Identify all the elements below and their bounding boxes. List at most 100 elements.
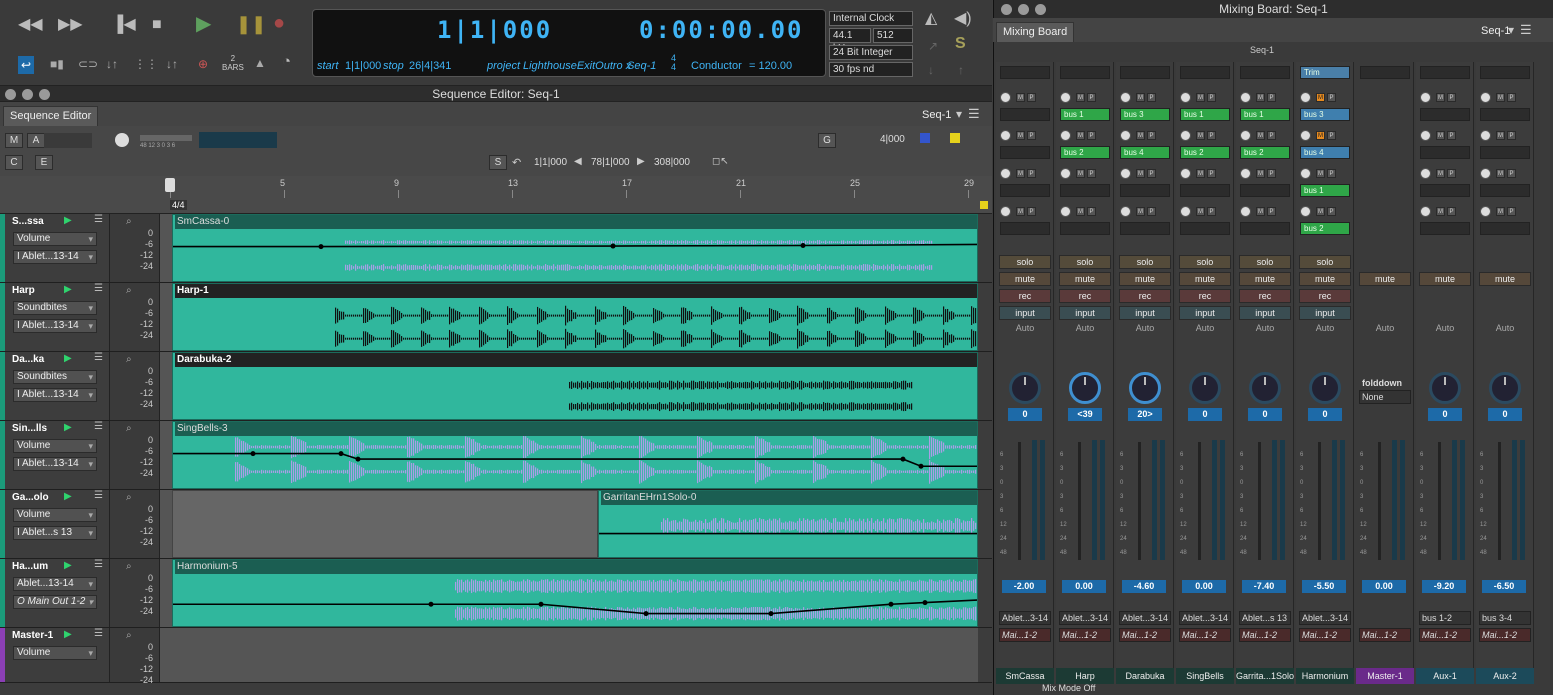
mute-button[interactable]: mute	[1359, 272, 1411, 286]
send-knob[interactable]	[1300, 206, 1311, 217]
send-knob[interactable]	[1180, 130, 1191, 141]
pan-knob[interactable]	[1489, 372, 1521, 404]
send-knob[interactable]	[1240, 92, 1251, 103]
audio-region[interactable]: Harmonium-5	[172, 559, 978, 627]
menu-icon[interactable]: ☰	[94, 628, 103, 639]
send-prefader-button[interactable]: P	[1507, 93, 1516, 102]
mix-mode[interactable]: Mix Mode Off	[1042, 683, 1095, 693]
volume-envelope[interactable]	[599, 531, 977, 535]
fader-value[interactable]: -9.20	[1422, 580, 1466, 593]
send-knob[interactable]	[1480, 92, 1491, 103]
envelope-point[interactable]	[355, 456, 361, 462]
fader-value[interactable]: -2.00	[1002, 580, 1046, 593]
send-mute-button[interactable]: M	[1256, 207, 1265, 216]
undo-icon[interactable]: ↶	[512, 156, 521, 169]
insert-slot[interactable]	[1420, 66, 1470, 79]
send-destination[interactable]	[1000, 146, 1050, 159]
track-scrollbar[interactable]	[980, 214, 992, 282]
send-destination[interactable]: bus 1	[1240, 108, 1290, 121]
track-plugin-select[interactable]: Ablet...13-14	[13, 577, 97, 591]
send-prefader-button[interactable]: P	[1147, 207, 1156, 216]
playhead-handle[interactable]	[165, 178, 175, 192]
track-lane[interactable]: Darabuka-2	[160, 352, 978, 420]
send-mute-button[interactable]: M	[1136, 93, 1145, 102]
channel-name[interactable]: Harmonium	[1296, 668, 1354, 684]
send-mute-button[interactable]: M	[1496, 131, 1505, 140]
send-knob[interactable]	[1480, 130, 1491, 141]
zoom-slider[interactable]	[140, 135, 192, 141]
rec-button[interactable]: rec	[1299, 289, 1351, 303]
pan-knob[interactable]	[1249, 372, 1281, 404]
track-scrollbar[interactable]	[980, 490, 992, 558]
send-mute-button[interactable]: M	[1196, 169, 1205, 178]
channel-name[interactable]: Garrita...1Solo	[1236, 668, 1294, 684]
play-icon[interactable]: ▶	[64, 422, 72, 433]
input-button[interactable]: input	[999, 306, 1051, 320]
s-button[interactable]: S	[489, 155, 507, 170]
overdub-icon[interactable]: ⋮⋮	[134, 56, 158, 72]
fader-value[interactable]: -4.60	[1122, 580, 1166, 593]
send-destination[interactable]: bus 2	[1300, 222, 1350, 235]
fast-forward-icon[interactable]: ▶▶	[58, 17, 83, 33]
envelope-point[interactable]	[338, 451, 344, 457]
audio-region[interactable]: SmCassa-0	[172, 214, 978, 282]
locate-length[interactable]: 308|000	[654, 157, 690, 168]
solo-button[interactable]: solo	[1239, 255, 1291, 269]
track-plugin-select[interactable]: Volume	[13, 439, 97, 453]
send-knob[interactable]	[1300, 130, 1311, 141]
channel-name[interactable]: Darabuka	[1116, 668, 1174, 684]
input-button[interactable]: input	[1299, 306, 1351, 320]
track-lane[interactable]: SingBells-3	[160, 421, 978, 489]
track-name[interactable]: Ga...olo	[12, 492, 49, 503]
envelope-point[interactable]	[800, 243, 806, 248]
send-mute-button[interactable]: M	[1256, 131, 1265, 140]
track-input-select[interactable]: I Ablet...13-14	[13, 457, 97, 471]
mute-button[interactable]: mute	[1419, 272, 1471, 286]
send-knob[interactable]	[1180, 168, 1191, 179]
send-knob[interactable]	[1240, 168, 1251, 179]
search-icon[interactable]: ⌕	[126, 630, 153, 641]
stop-icon[interactable]: ■	[152, 17, 162, 33]
automation-mode[interactable]: Auto	[1116, 323, 1174, 333]
send-destination[interactable]	[1480, 184, 1530, 197]
automation-mode[interactable]: Auto	[1416, 323, 1474, 333]
marker-yellow-icon[interactable]	[950, 133, 960, 143]
input-button[interactable]: input	[1179, 306, 1231, 320]
search-icon[interactable]: ⌕	[126, 285, 153, 296]
search-icon[interactable]: ⌕	[126, 492, 153, 503]
insert-slot[interactable]	[1360, 66, 1410, 79]
pan-value[interactable]: 0	[1428, 408, 1462, 421]
channel-input[interactable]: Ablet...3-14	[999, 611, 1051, 625]
start-value[interactable]: 1|1|000	[345, 60, 381, 72]
send-destination[interactable]	[1000, 222, 1050, 235]
track-plugin-select[interactable]: Volume	[13, 646, 97, 660]
play-icon[interactable]: ▶	[64, 353, 72, 364]
buffer-size[interactable]: 512	[873, 28, 913, 43]
channel-input[interactable]: bus 3-4	[1479, 611, 1531, 625]
send-mute-button[interactable]: M	[1496, 93, 1505, 102]
wait-icon[interactable]: ↓↑	[166, 56, 178, 72]
audio-region[interactable]: GarritanEHrn1Solo-0	[598, 490, 978, 558]
seq-menu[interactable]: Seq-1	[922, 109, 951, 121]
track-scrollbar[interactable]	[980, 352, 992, 420]
pan-knob[interactable]	[1309, 372, 1341, 404]
automation-mode[interactable]: Auto	[1296, 323, 1354, 333]
send-destination[interactable]: bus 1	[1060, 108, 1110, 121]
measure-counter[interactable]: 1|1|000	[437, 16, 552, 44]
send-knob[interactable]	[1000, 168, 1011, 179]
send-knob[interactable]	[1300, 92, 1311, 103]
send-prefader-button[interactable]: P	[1507, 169, 1516, 178]
send-prefader-button[interactable]: P	[1447, 207, 1456, 216]
envelope-point[interactable]	[768, 611, 774, 617]
pan-knob[interactable]	[1429, 372, 1461, 404]
send-mute-button[interactable]: M	[1316, 207, 1325, 216]
send-knob[interactable]	[1180, 92, 1191, 103]
insert-slot[interactable]	[1480, 66, 1530, 79]
envelope-point[interactable]	[428, 601, 434, 607]
send-prefader-button[interactable]: P	[1267, 207, 1276, 216]
play-icon[interactable]: ▶	[64, 491, 72, 502]
send-knob[interactable]	[1420, 130, 1431, 141]
send-mute-button[interactable]: M	[1016, 207, 1025, 216]
sequence-name[interactable]: Seq-1	[627, 60, 656, 72]
send-knob[interactable]	[1120, 92, 1131, 103]
